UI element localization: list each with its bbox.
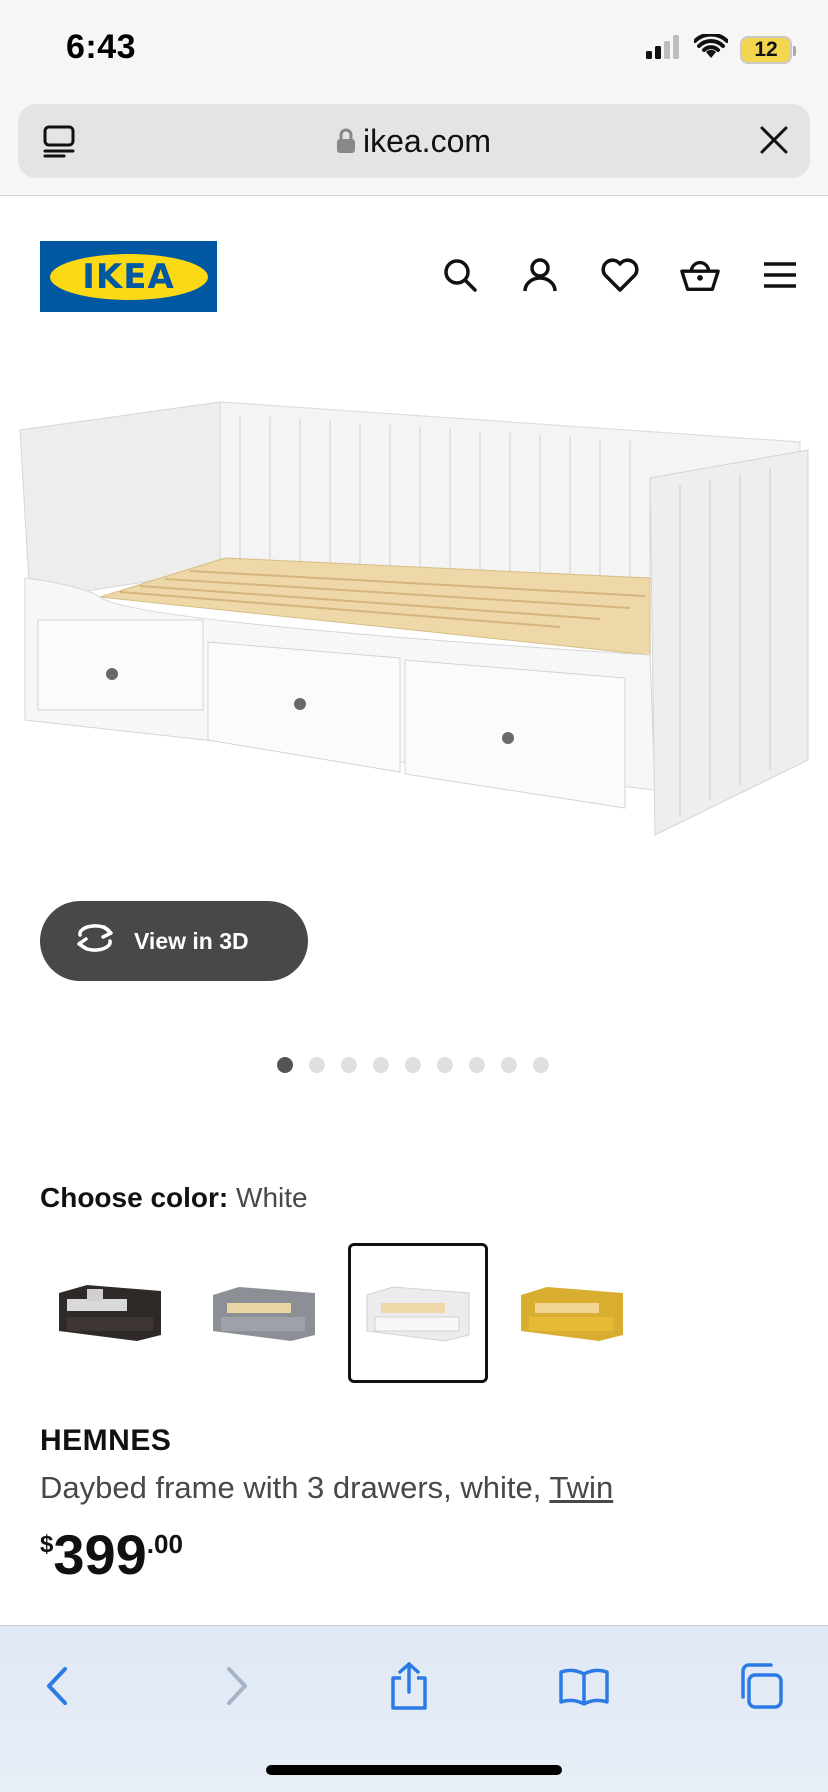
swatch-white[interactable] — [348, 1243, 488, 1383]
carousel-dot[interactable] — [437, 1057, 453, 1073]
product-description-text: Daybed frame with 3 drawers, white, — [40, 1470, 542, 1505]
url-text: ikea.com — [362, 123, 492, 159]
status-indicators: 12 — [646, 32, 796, 65]
product-image[interactable] — [0, 360, 828, 860]
search-icon[interactable] — [440, 255, 480, 295]
browser-address-area: ikea.com — [0, 100, 828, 196]
bookmarks-icon[interactable] — [554, 1656, 614, 1716]
carousel-dot[interactable] — [373, 1057, 389, 1073]
url-display[interactable]: ikea.com — [18, 123, 810, 162]
color-chooser-label: Choose color: White — [40, 1182, 308, 1214]
status-bar: 6:43 12 — [0, 0, 828, 100]
close-icon[interactable] — [758, 124, 790, 161]
menu-icon[interactable] — [760, 255, 800, 295]
carousel-dot[interactable] — [469, 1057, 485, 1073]
product-price: $ 399 .00 — [40, 1525, 183, 1585]
home-indicator — [266, 1765, 562, 1775]
swatch-black-brown[interactable] — [40, 1243, 180, 1383]
color-label: Choose color: — [40, 1182, 229, 1213]
site-header: IKEA — [0, 197, 828, 337]
price-integer: 399 — [53, 1523, 147, 1586]
image-carousel-dots — [277, 1057, 549, 1073]
size-link[interactable]: Twin — [549, 1470, 613, 1505]
lock-icon — [336, 125, 355, 162]
carousel-dot[interactable] — [309, 1057, 325, 1073]
product-description: Daybed frame with 3 drawers, white, Twin — [40, 1470, 613, 1506]
user-icon[interactable] — [520, 255, 560, 295]
swatch-yellow[interactable] — [502, 1243, 642, 1383]
share-icon[interactable] — [379, 1656, 439, 1716]
carousel-dot[interactable] — [533, 1057, 549, 1073]
status-time: 6:43 — [66, 28, 137, 66]
carousel-dot[interactable] — [501, 1057, 517, 1073]
ikea-logo[interactable]: IKEA — [40, 241, 217, 312]
signal-icon — [646, 35, 682, 64]
logo-oval: IKEA — [49, 253, 208, 300]
tabs-icon[interactable] — [730, 1656, 790, 1716]
price-decimal: .00 — [146, 1529, 183, 1559]
logo-text: IKEA — [82, 256, 175, 297]
view-in-3d-label: View in 3D — [134, 927, 249, 954]
carousel-dot[interactable] — [277, 1057, 293, 1073]
view-in-3d-button[interactable]: View in 3D — [40, 901, 308, 981]
forward-icon[interactable] — [207, 1656, 267, 1716]
wifi-icon — [693, 32, 729, 65]
swatch-gray[interactable] — [194, 1243, 334, 1383]
back-icon[interactable] — [27, 1656, 87, 1716]
carousel-dot[interactable] — [341, 1057, 357, 1073]
color-swatches — [40, 1243, 642, 1383]
heart-icon[interactable] — [600, 255, 640, 295]
address-bar[interactable]: ikea.com — [18, 104, 810, 178]
header-actions — [440, 255, 800, 295]
rotate-3d-icon — [74, 923, 116, 959]
color-value: White — [236, 1182, 308, 1213]
cart-icon[interactable] — [680, 255, 720, 295]
carousel-dot[interactable] — [405, 1057, 421, 1073]
price-currency: $ — [40, 1531, 54, 1558]
battery-icon: 12 — [740, 35, 796, 64]
product-name: HEMNES — [40, 1424, 172, 1457]
